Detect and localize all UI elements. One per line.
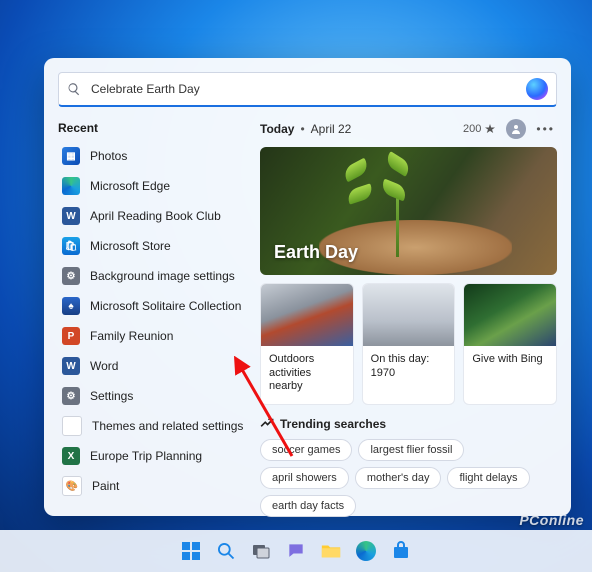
trending-chip[interactable]: earth day facts xyxy=(260,495,356,517)
taskbar-search-button[interactable] xyxy=(213,538,239,564)
content-card[interactable]: Outdoors activities nearby xyxy=(260,283,354,405)
card-thumb xyxy=(261,284,353,346)
card-caption: Outdoors activities nearby xyxy=(261,346,353,404)
search-panel: Recent ▦ Photos Microsoft Edge W April Readi… xyxy=(44,58,571,516)
trending-chip[interactable]: april showers xyxy=(260,467,349,489)
trending-chip[interactable]: flight delays xyxy=(447,467,529,489)
taskbar-chat-button[interactable] xyxy=(283,538,309,564)
taskbar-taskview-button[interactable] xyxy=(248,538,274,564)
trending-chip[interactable]: mother's day xyxy=(355,467,442,489)
app-icon: ⚙ xyxy=(62,387,80,405)
recent-item-label: Europe Trip Planning xyxy=(90,449,202,463)
content-card[interactable]: On this day: 1970 xyxy=(362,283,456,405)
app-icon: W xyxy=(62,357,80,375)
rewards-icon xyxy=(484,123,496,135)
search-icon xyxy=(67,82,81,96)
recent-item[interactable]: 🖊 Themes and related settings xyxy=(58,411,254,441)
taskbar xyxy=(0,530,592,572)
recent-item[interactable]: P Family Reunion xyxy=(58,321,254,351)
app-icon: P xyxy=(62,327,80,345)
recent-item-label: Microsoft Store xyxy=(90,239,171,253)
taskbar-start-button[interactable] xyxy=(178,538,204,564)
recent-item[interactable]: ♠ Microsoft Solitaire Collection xyxy=(58,291,254,321)
recent-item-label: Paint xyxy=(92,479,119,493)
trending-heading: Trending searches xyxy=(280,417,386,431)
app-icon: ♠ xyxy=(62,297,80,315)
recent-item[interactable]: W Word xyxy=(58,351,254,381)
taskbar-store-button[interactable] xyxy=(388,538,414,564)
recent-item[interactable]: ⚙ Settings xyxy=(58,381,254,411)
trending-chip[interactable]: largest flier fossil xyxy=(358,439,464,461)
recent-item[interactable]: ⚙ Background image settings xyxy=(58,261,254,291)
recent-item[interactable]: 🎨 Paint xyxy=(58,471,254,501)
today-header: Today • April 22 200 ••• xyxy=(260,119,557,139)
recent-item-label: April Reading Book Club xyxy=(90,209,221,223)
app-icon: X xyxy=(62,447,80,465)
card-caption: On this day: 1970 xyxy=(363,346,455,391)
taskbar-explorer-button[interactable] xyxy=(318,538,344,564)
card-caption: Give with Bing xyxy=(464,346,556,377)
search-input[interactable] xyxy=(89,81,526,97)
app-icon xyxy=(62,177,80,195)
recent-item[interactable]: ▦ Photos xyxy=(58,141,254,171)
recent-item[interactable]: Microsoft Edge xyxy=(58,171,254,201)
recent-item-label: Microsoft Edge xyxy=(90,179,170,193)
app-icon: 🛍 xyxy=(62,237,80,255)
content-card[interactable]: Give with Bing xyxy=(463,283,557,405)
taskbar-edge-button[interactable] xyxy=(353,538,379,564)
rewards-points[interactable]: 200 xyxy=(463,123,496,135)
recent-heading: Recent xyxy=(58,121,254,135)
trending-chip[interactable]: soccer games xyxy=(260,439,352,461)
app-icon: ⚙ xyxy=(62,267,80,285)
watermark: PConline xyxy=(519,512,584,528)
card-thumb xyxy=(464,284,556,346)
search-box[interactable] xyxy=(58,72,557,107)
recent-item-label: Photos xyxy=(90,149,127,163)
search-marble-icon xyxy=(526,78,548,100)
recent-item[interactable]: W April Reading Book Club xyxy=(58,201,254,231)
app-icon: ▦ xyxy=(62,147,80,165)
trending-icon xyxy=(260,417,274,431)
trending-section: Trending searches soccer games largest fl… xyxy=(260,417,557,517)
recent-item[interactable]: X Europe Trip Planning xyxy=(58,441,254,471)
recent-item-label: Settings xyxy=(90,389,133,403)
user-avatar[interactable] xyxy=(506,119,526,139)
app-icon: 🎨 xyxy=(62,476,82,496)
recent-item-label: Word xyxy=(90,359,118,373)
hero-label: Earth Day xyxy=(274,242,358,263)
recent-item[interactable]: 🛍 Microsoft Store xyxy=(58,231,254,261)
today-date: April 22 xyxy=(311,122,352,136)
hero-card[interactable]: Earth Day xyxy=(260,147,557,275)
recent-item-label: Background image settings xyxy=(90,269,235,283)
app-icon: W xyxy=(62,207,80,225)
recent-item-label: Themes and related settings xyxy=(92,419,243,433)
card-thumb xyxy=(363,284,455,346)
recent-item-label: Family Reunion xyxy=(90,329,173,343)
app-icon: 🖊 xyxy=(62,416,82,436)
today-label: Today xyxy=(260,122,294,136)
more-button[interactable]: ••• xyxy=(534,122,557,136)
recent-section: Recent ▦ Photos Microsoft Edge W April Readi… xyxy=(58,119,260,517)
recent-item-label: Microsoft Solitaire Collection xyxy=(90,299,241,313)
